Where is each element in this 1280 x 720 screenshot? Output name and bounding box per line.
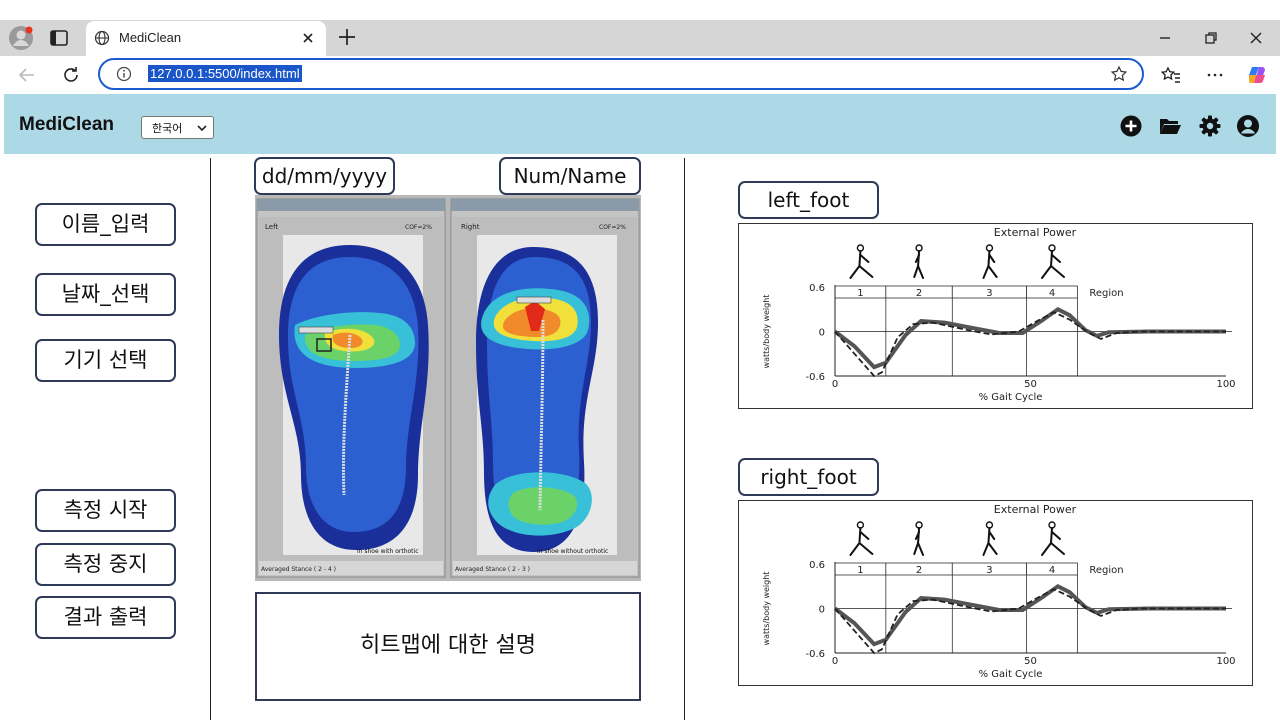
heatmap-left-window: Left COF=2% in shoe with orthotic Averag… [256, 198, 446, 578]
print-result-button[interactable]: 결과 출력 [35, 596, 176, 639]
region-label-2: 2 [916, 565, 922, 576]
name-input-button[interactable]: 이름_입력 [35, 203, 176, 246]
heatmap-description: 히트맵에 대한 설명 [255, 592, 641, 701]
region-title: Region [1089, 565, 1123, 576]
left-cof-label: COF=2% [405, 224, 432, 231]
x-tick-label: 50 [1024, 656, 1037, 667]
region-label-4: 4 [1049, 288, 1055, 299]
start-measure-button[interactable]: 측정 시작 [35, 489, 176, 532]
user-circle-icon[interactable] [1236, 114, 1260, 138]
plus-circle-icon[interactable] [1119, 114, 1143, 138]
new-tab-icon[interactable] [336, 26, 358, 48]
region-label-2: 2 [916, 288, 922, 299]
gait-figures [849, 521, 1066, 556]
region-label-3: 3 [986, 288, 992, 299]
series-line-2 [834, 311, 1226, 378]
x-tick-label: 50 [1024, 379, 1037, 390]
x-tick-label: 0 [832, 379, 838, 390]
chevron-down-icon [197, 125, 207, 132]
url-field[interactable]: 127.0.0.1:5500/index.html [98, 58, 1144, 90]
back-arrow-icon[interactable] [16, 64, 38, 86]
close-tab-icon[interactable] [300, 30, 316, 46]
x-axis-label: % Gait Cycle [979, 669, 1043, 680]
favorite-star-icon[interactable] [1110, 65, 1128, 83]
browser-tab[interactable]: MediClean [86, 21, 326, 56]
left-footer: Averaged Stance ( 2 - 4 ) [261, 566, 336, 573]
minimize-icon[interactable] [1154, 27, 1176, 49]
right-caption: in shoe without orthotic [537, 548, 608, 555]
folder-open-icon[interactable] [1158, 114, 1182, 138]
num-name-field[interactable]: Num/Name [499, 157, 641, 195]
stop-measure-button[interactable]: 측정 중지 [35, 543, 176, 586]
chart-title: External Power [994, 503, 1077, 516]
y-tick-label: -0.6 [805, 372, 825, 383]
tab-title: MediClean [119, 30, 182, 45]
series-line-1 [833, 583, 1226, 647]
x-tick-label: 0 [832, 656, 838, 667]
series-line-1 [833, 306, 1226, 370]
y-tick-label: 0 [819, 328, 825, 339]
date-select-button[interactable]: 날짜_선택 [35, 273, 176, 316]
y-tick-label: 0.6 [809, 283, 825, 294]
left-foot-label: left_foot [738, 181, 879, 219]
language-select[interactable]: 한국어 [141, 116, 214, 139]
site-info-icon[interactable] [116, 66, 132, 82]
right-divider [684, 158, 685, 720]
region-label-4: 4 [1049, 565, 1055, 576]
y-tick-label: -0.6 [805, 649, 825, 660]
foot-pressure-heatmap: Left COF=2% in shoe with orthotic Averag… [255, 195, 641, 581]
right-foot-power-chart: External Power 1 2 3 4 Region 0.6 0 -0.6 0 50 100 % … [762, 503, 1236, 680]
left-foot-chart: External Power 1 2 3 4 Region 0.6 0 -0.6 0 50 100 % … [738, 223, 1253, 409]
copilot-icon[interactable] [1246, 64, 1268, 86]
x-axis-label: % Gait Cycle [979, 392, 1043, 403]
series-line-2 [834, 588, 1226, 655]
y-axis-label: watts/body weight [762, 295, 771, 369]
region-label-1: 1 [857, 565, 863, 576]
right-cof-label: COF=2% [599, 224, 626, 231]
close-window-icon[interactable] [1245, 27, 1267, 49]
right-window-label: Right [461, 223, 480, 231]
chart-title: External Power [994, 226, 1077, 239]
right-foot-chart: External Power 1 2 3 4 Region 0.6 0 -0.6 0 50 100 % … [738, 500, 1253, 686]
globe-icon [94, 30, 110, 46]
date-input[interactable]: dd/mm/yyyy [254, 157, 395, 195]
favorites-icon[interactable] [1160, 64, 1182, 86]
heatmap-right-window: Right COF=2% in shoe without orthotic Av… [450, 198, 640, 578]
reload-icon[interactable] [60, 64, 82, 86]
language-select-value: 한국어 [152, 122, 183, 135]
y-tick-label: 0 [819, 605, 825, 616]
left-window-label: Left [265, 223, 278, 231]
right-foot-label: right_foot [738, 458, 879, 496]
device-select-button[interactable]: 기기 선택 [35, 339, 176, 382]
right-footer: Averaged Stance ( 2 - 3 ) [455, 566, 530, 573]
left-divider [210, 158, 211, 720]
gear-icon[interactable] [1198, 114, 1222, 138]
url-text[interactable]: 127.0.0.1:5500/index.html [148, 65, 302, 82]
left-foot-power-chart: External Power 1 2 3 4 Region 0.6 0 -0.6 0 50 100 % … [762, 226, 1236, 403]
x-tick-label: 100 [1216, 656, 1235, 667]
gait-figures [849, 244, 1066, 279]
profile-icon[interactable] [8, 25, 34, 51]
region-label-1: 1 [857, 288, 863, 299]
tab-actions-icon[interactable] [48, 27, 70, 49]
y-tick-label: 0.6 [809, 560, 825, 571]
region-title: Region [1089, 288, 1123, 299]
region-label-3: 3 [986, 565, 992, 576]
y-axis-label: watts/body weight [762, 572, 771, 646]
app-title: MediClean [19, 114, 115, 135]
left-caption: in shoe with orthotic [357, 548, 419, 555]
more-menu-icon[interactable] [1204, 64, 1226, 86]
app-header: MediClean 한국어 [4, 94, 1276, 154]
restore-icon[interactable] [1200, 27, 1222, 49]
x-tick-label: 100 [1216, 379, 1235, 390]
